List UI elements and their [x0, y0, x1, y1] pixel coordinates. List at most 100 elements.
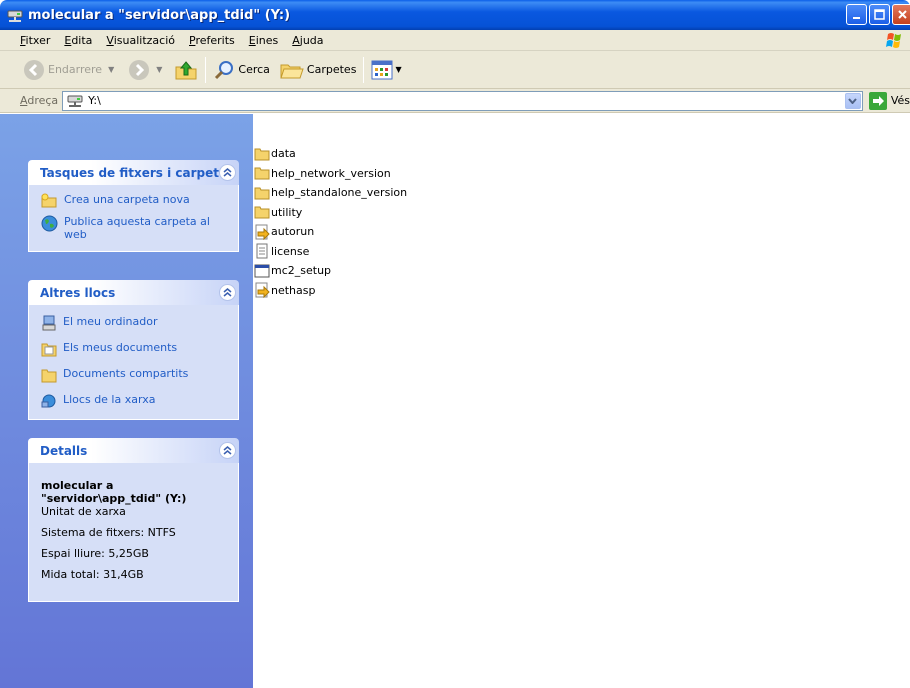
file-name: utility: [271, 205, 303, 219]
setup-file-icon: [255, 282, 270, 299]
application-icon: [254, 264, 270, 278]
go-label: Vés: [890, 94, 910, 107]
details-header[interactable]: Detalls: [28, 438, 239, 463]
menu-view[interactable]: Visualització: [99, 34, 182, 47]
other-places-panel: Altres llocs El meu ordinador Els meus d…: [28, 280, 239, 420]
forward-arrow-icon: [129, 59, 150, 80]
folders-label: Carpetes: [306, 63, 357, 76]
new-folder-icon: [41, 193, 57, 208]
tasks-panel: Tasques de fitxers i carpet Crea una car…: [28, 160, 239, 252]
file-name: license: [271, 244, 310, 258]
file-item[interactable]: utility: [254, 203, 407, 223]
up-folder-button[interactable]: [171, 55, 201, 85]
collapse-chevron-icon[interactable]: [219, 442, 236, 459]
up-folder-icon: [175, 60, 197, 79]
back-dropdown-icon[interactable]: ▼: [108, 65, 114, 74]
file-name: mc2_setup: [271, 264, 332, 278]
details-body: molecular a "servidor\app_tdid" (Y:) Uni…: [28, 463, 239, 602]
chevron-down-icon: [848, 97, 858, 104]
windows-logo-icon: [886, 33, 901, 48]
file-item[interactable]: mc2_setup: [254, 261, 407, 281]
search-icon: [215, 60, 234, 79]
other-places-header[interactable]: Altres llocs: [28, 280, 239, 305]
tasks-panel-title: Tasques de fitxers i carpet: [40, 165, 219, 180]
text-file-icon: [256, 243, 268, 259]
file-list: data help_network_version help_standalon…: [254, 144, 407, 300]
title-bar[interactable]: molecular a "servidor\app_tdid" (Y:): [0, 0, 910, 30]
file-item[interactable]: nethasp: [254, 281, 407, 301]
address-input[interactable]: Y:\: [62, 90, 863, 111]
file-item[interactable]: help_network_version: [254, 164, 407, 184]
search-button[interactable]: Cerca: [210, 55, 273, 85]
forward-dropdown-icon[interactable]: ▼: [156, 65, 162, 74]
my-documents-icon: [41, 343, 57, 357]
address-value: Y:\: [88, 94, 101, 107]
details-item-type: Unitat de xarxa: [41, 505, 126, 518]
toolbar: Endarrere ▼ ▼ Cerca Carpetes ▼: [0, 51, 910, 89]
file-name: help_standalone_version: [271, 186, 408, 200]
menu-tools[interactable]: Eines: [242, 34, 285, 47]
forward-button[interactable]: ▼: [125, 55, 165, 85]
tasks-panel-header[interactable]: Tasques de fitxers i carpet: [28, 160, 239, 185]
folders-button[interactable]: Carpetes: [277, 55, 360, 85]
maximize-icon: [874, 9, 885, 20]
my-documents-link[interactable]: Els meus documents: [41, 341, 230, 357]
collapse-chevron-icon[interactable]: [219, 284, 236, 301]
my-computer-icon: [42, 315, 56, 331]
go-arrow-icon: [868, 91, 887, 110]
close-icon: [898, 10, 907, 19]
globe-icon: [41, 215, 58, 232]
details-filesystem: Sistema de fitxers: NTFS: [41, 526, 176, 539]
file-item[interactable]: autorun: [254, 222, 407, 242]
menu-help[interactable]: Ajuda: [285, 34, 330, 47]
my-computer-link[interactable]: El meu ordinador: [41, 315, 230, 331]
address-label: Adreça: [20, 94, 59, 107]
minimize-button[interactable]: [846, 4, 867, 25]
folder-icon: [254, 187, 270, 200]
minimize-icon: [852, 16, 860, 19]
shared-folder-icon: [41, 369, 57, 383]
other-places-title: Altres llocs: [40, 285, 116, 300]
toolbar-separator: [363, 56, 365, 83]
tasks-panel-body: Crea una carpeta nova Publica aquesta ca…: [28, 185, 239, 252]
maximize-button[interactable]: [869, 4, 890, 25]
details-free-space: Espai lliure: 5,25GB: [41, 547, 149, 560]
task-pane: Tasques de fitxers i carpet Crea una car…: [0, 114, 253, 688]
views-icon: [371, 60, 393, 79]
back-button[interactable]: Endarrere ▼: [20, 55, 117, 85]
folder-icon: [254, 167, 270, 180]
back-arrow-icon: [24, 59, 44, 80]
file-name: help_network_version: [271, 166, 391, 180]
publish-web-link[interactable]: Publica aquesta carpeta al web: [41, 215, 230, 241]
back-label: Endarrere: [48, 63, 103, 76]
window-title: molecular a "servidor\app_tdid" (Y:): [28, 7, 291, 23]
file-item[interactable]: data: [254, 144, 407, 164]
views-dropdown-icon[interactable]: ▼: [395, 65, 401, 74]
menu-bar: Fitxer Edita Visualització Preferits Ein…: [0, 30, 910, 51]
file-name: data: [271, 147, 296, 161]
menu-file[interactable]: Fitxer: [0, 34, 57, 47]
close-button[interactable]: [892, 4, 910, 25]
folders-icon: [280, 64, 304, 78]
address-dropdown-button[interactable]: [844, 92, 861, 109]
network-drive-icon: [67, 95, 83, 107]
go-button[interactable]: Vés: [868, 91, 910, 110]
views-button[interactable]: ▼: [368, 55, 404, 85]
details-item-name: molecular a "servidor\app_tdid" (Y:): [41, 479, 187, 505]
details-total-size: Mida total: 31,4GB: [41, 568, 144, 581]
toolbar-separator: [205, 56, 207, 83]
network-places-link[interactable]: Llocs de la xarxa: [41, 393, 230, 409]
file-name: nethasp: [271, 283, 316, 297]
details-title: Detalls: [40, 443, 88, 458]
menu-edit[interactable]: Edita: [57, 34, 99, 47]
file-item[interactable]: license: [254, 242, 407, 262]
shared-documents-link[interactable]: Documents compartits: [41, 367, 230, 383]
menu-favorites[interactable]: Preferits: [182, 34, 242, 47]
file-item[interactable]: help_standalone_version: [254, 183, 407, 203]
other-places-body: El meu ordinador Els meus documents Docu…: [28, 305, 239, 420]
folder-icon: [254, 206, 270, 219]
new-folder-link[interactable]: Crea una carpeta nova: [41, 193, 230, 208]
folder-icon: [254, 148, 270, 161]
collapse-chevron-icon[interactable]: [219, 164, 236, 181]
details-panel: Detalls molecular a "servidor\app_tdid" …: [28, 438, 239, 602]
